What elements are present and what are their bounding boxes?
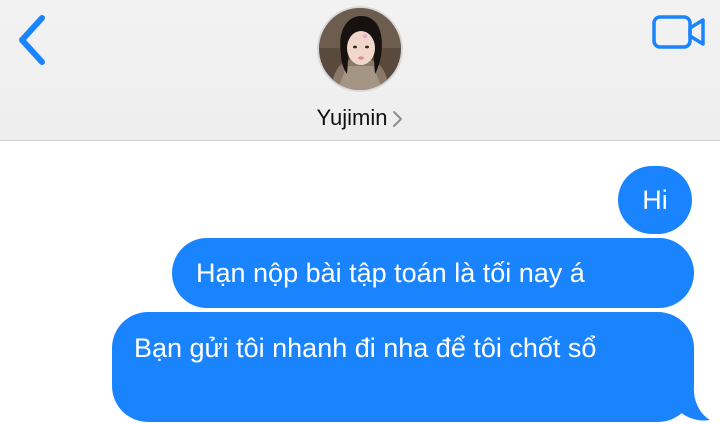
message-bubble[interactable]: Hi [618, 166, 692, 234]
avatar-photo [319, 8, 401, 90]
back-button[interactable] [14, 14, 50, 66]
contact-name-link[interactable]: Yujimin [0, 104, 720, 132]
chevron-right-icon [393, 111, 403, 127]
video-call-button[interactable] [652, 14, 706, 50]
message-text: Hạn nộp bài tập toán là tối nay á [196, 258, 585, 288]
contact-avatar[interactable] [317, 6, 403, 92]
chevron-left-icon [19, 15, 45, 65]
message-bubble[interactable]: Hạn nộp bài tập toán là tối nay á [172, 238, 694, 308]
conversation-header: Yujimin [0, 0, 720, 141]
contact-name: Yujimin [316, 105, 388, 130]
message-bubble[interactable]: Bạn gửi tôi nhanh đi nha để tôi chốt sổ [112, 312, 694, 422]
message-text: Bạn gửi tôi nhanh đi nha để tôi chốt sổ [134, 333, 597, 363]
video-camera-icon [652, 15, 705, 49]
bubble-tail [676, 390, 710, 421]
message-text: Hi [642, 185, 668, 215]
